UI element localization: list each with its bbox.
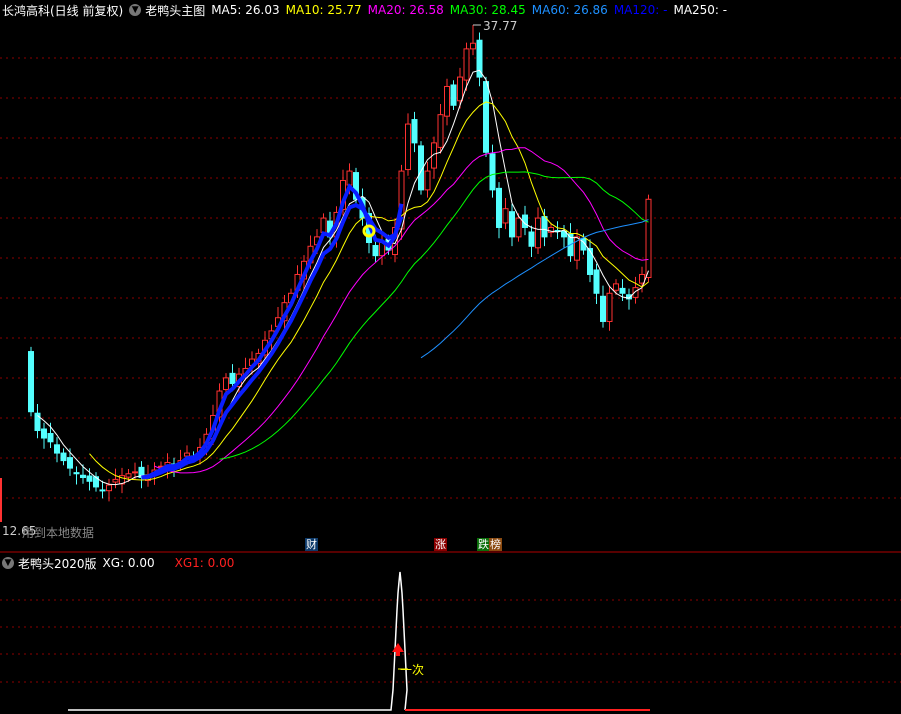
- candle-down: [496, 187, 502, 228]
- signal-label: 一次: [400, 663, 425, 677]
- ma10-line: [89, 101, 649, 481]
- candle-down: [28, 351, 34, 413]
- candle-down: [54, 444, 60, 454]
- candle-up: [437, 114, 444, 148]
- chevron-down-icon[interactable]: ▼: [2, 557, 14, 569]
- candle-up: [515, 217, 522, 238]
- candle-up: [613, 283, 619, 291]
- xg-value: XG: 0.00: [102, 556, 155, 570]
- candle-up: [457, 76, 463, 102]
- candle-up: [132, 471, 138, 474]
- candle-down: [489, 153, 496, 191]
- candle-up: [106, 484, 112, 492]
- candle-up: [463, 48, 470, 81]
- status-text: 用到本地数据: [22, 526, 95, 540]
- candle-down: [593, 269, 600, 294]
- candle-down: [600, 295, 606, 322]
- candle-down: [509, 211, 515, 238]
- candle-down: [619, 287, 626, 294]
- candle-down: [73, 472, 80, 475]
- candle-down: [450, 84, 457, 106]
- candle-down: [67, 457, 73, 469]
- sub-indicator-name[interactable]: 老鸭头2020版: [18, 555, 97, 572]
- candle-up: [535, 217, 541, 249]
- candle-down: [80, 474, 86, 479]
- xg-line: [68, 571, 408, 711]
- candle-down: [541, 216, 548, 238]
- xg1-value: XG1: 0.00: [174, 556, 235, 570]
- ranking-marker[interactable]: 榜: [489, 538, 502, 551]
- price-chart[interactable]: [0, 0, 901, 714]
- candle-up: [320, 217, 327, 233]
- candle-up: [112, 478, 119, 483]
- candle-up: [184, 452, 190, 457]
- candle-down: [483, 81, 489, 153]
- ma5-line: [37, 69, 649, 486]
- candle-up: [223, 377, 229, 391]
- candle-up: [444, 85, 450, 117]
- candle-up: [125, 473, 132, 478]
- finance-marker[interactable]: 财: [305, 538, 318, 551]
- candle-up: [405, 123, 411, 171]
- candle-down: [411, 119, 418, 144]
- candle-down: [41, 428, 47, 439]
- candle-down: [229, 372, 236, 385]
- candle-down: [99, 489, 106, 492]
- candle-up: [502, 208, 509, 224]
- candle-down: [476, 39, 483, 78]
- candle-down: [47, 433, 54, 443]
- sub-header: ▼ 老鸭头2020版 XG: 0.00 XG1: 0.00: [2, 555, 240, 571]
- candle-down: [60, 452, 67, 462]
- candle-down: [587, 248, 593, 275]
- candle-down: [372, 245, 379, 257]
- candle-up: [424, 170, 431, 191]
- candle-down: [528, 231, 535, 247]
- candle-up: [346, 170, 353, 186]
- candle-up: [470, 42, 476, 50]
- candle-up: [645, 198, 652, 278]
- rise-marker[interactable]: 涨: [434, 538, 447, 551]
- candle-down: [86, 475, 93, 482]
- candle-up: [606, 292, 613, 322]
- high-price-label: 37.77: [483, 19, 518, 33]
